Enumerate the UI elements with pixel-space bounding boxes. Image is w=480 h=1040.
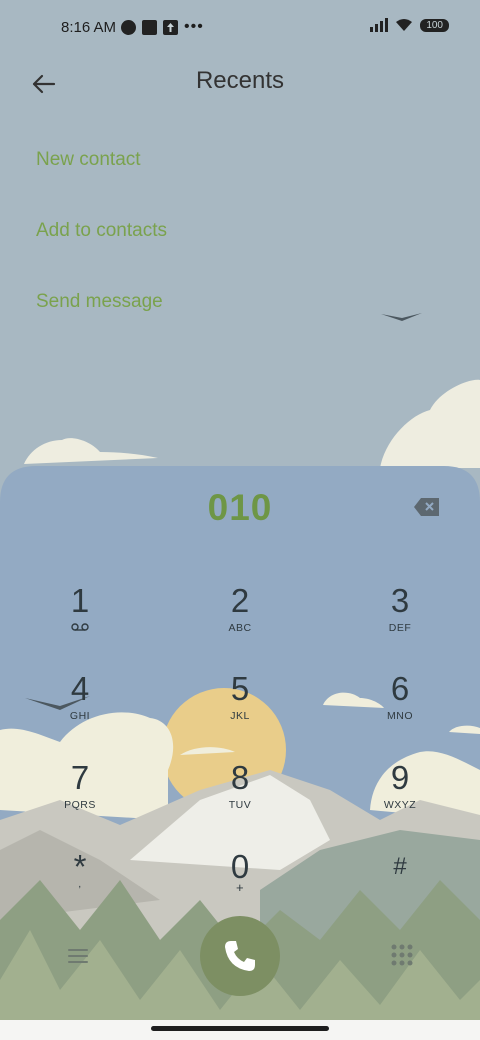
dial-key-5[interactable]: 5 JKL [185, 670, 295, 750]
dial-key-letters: + [235, 880, 245, 895]
home-indicator[interactable] [151, 1026, 329, 1031]
dial-key-2[interactable]: 2 ABC [185, 582, 295, 662]
dial-key-hash[interactable]: # [345, 848, 455, 928]
dial-key-letters: PQRS [64, 799, 96, 811]
dial-key-letters: , [78, 878, 82, 890]
send-message-option[interactable]: Send message [36, 291, 163, 313]
status-left-icons: ••• [121, 18, 204, 36]
dial-key-8[interactable]: 8 TUV [185, 759, 295, 839]
dial-key-digit: 9 [390, 759, 410, 796]
dial-key-digit: 6 [390, 670, 410, 707]
dial-key-1[interactable]: 1 [25, 582, 135, 662]
dial-key-digit: 4 [70, 670, 90, 707]
data-saver-icon [121, 19, 136, 35]
dial-key-letters: WXYZ [383, 799, 417, 811]
status-right-icons: 100 [370, 18, 449, 32]
dial-key-digit: 8 [230, 759, 250, 796]
dial-key-6[interactable]: 6 MNO [345, 670, 455, 750]
dialed-number: 010 [207, 487, 273, 528]
dial-key-letters: ABC [228, 622, 252, 634]
add-to-contacts-option[interactable]: Add to contacts [36, 220, 167, 242]
upload-icon [163, 19, 178, 35]
wifi-icon [396, 19, 413, 31]
dial-key-digit: 2 [230, 582, 250, 619]
signal-icon [370, 18, 389, 32]
page-title: Recents [195, 67, 285, 94]
app-header: Recents [0, 56, 480, 112]
dial-key-letters: GHI [69, 710, 91, 722]
dial-key-7[interactable]: 7 PQRS [25, 759, 135, 839]
menu-icon[interactable] [64, 944, 92, 968]
status-time: 8:16 AM [61, 19, 117, 36]
dial-key-3[interactable]: 3 DEF [345, 582, 455, 662]
phone-icon [225, 941, 255, 971]
dial-key-digit: 7 [70, 759, 90, 796]
dial-key-digit: 3 [390, 582, 410, 619]
battery-icon: 100 [420, 18, 449, 32]
notification-square-icon [142, 19, 157, 35]
status-bar: 8:16 AM ••• 100 [0, 0, 480, 56]
dial-key-star[interactable]: * , [25, 848, 135, 928]
dial-key-letters: TUV [228, 799, 252, 811]
call-button[interactable] [200, 916, 280, 996]
new-contact-option[interactable]: New contact [36, 149, 141, 171]
backspace-icon[interactable] [413, 496, 441, 518]
dialpad-grid-icon[interactable] [389, 942, 415, 968]
dial-key-9[interactable]: 9 WXYZ [345, 759, 455, 839]
dial-key-letters: JKL [230, 710, 250, 722]
dial-key-digit: 5 [230, 670, 250, 707]
dial-key-digit: # [393, 853, 407, 880]
dial-key-letters: MNO [387, 710, 413, 722]
dial-key-letters: DEF [388, 622, 412, 634]
dial-key-4[interactable]: 4 GHI [25, 670, 135, 750]
dial-key-digit: 1 [70, 582, 90, 619]
voicemail-icon [25, 622, 135, 634]
more-dots-icon: ••• [184, 18, 204, 35]
